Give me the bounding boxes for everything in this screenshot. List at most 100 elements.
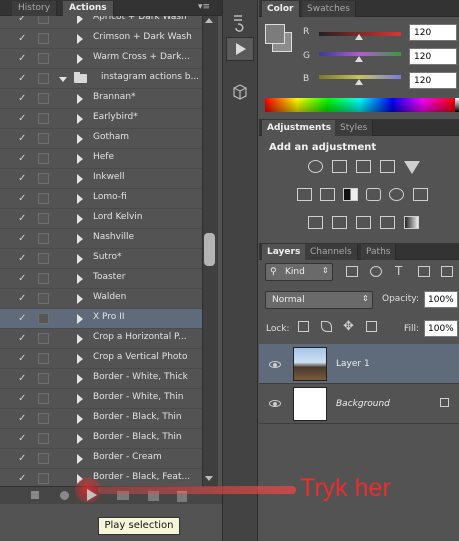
posterize-icon[interactable]: [332, 216, 347, 229]
action-row[interactable]: ✓ Border - White, Thick: [0, 369, 202, 389]
record-icon[interactable]: [60, 491, 69, 500]
dialog-toggle-box[interactable]: [38, 393, 49, 404]
action-row[interactable]: ✓ Crop a Horizontal P...: [0, 329, 202, 349]
dialog-toggle-box[interactable]: [38, 473, 49, 484]
toggle-check-icon[interactable]: ✓: [18, 34, 28, 44]
action-label[interactable]: Border - White, Thick: [93, 372, 188, 382]
gradient-map-icon[interactable]: [404, 216, 419, 229]
action-set-row[interactable]: ✓ instagram actions b...: [0, 69, 202, 89]
color-balance-icon[interactable]: [320, 188, 335, 201]
expand-triangle-icon[interactable]: [77, 434, 83, 444]
lock-paint-icon[interactable]: [321, 321, 332, 332]
toggle-check-icon[interactable]: ✓: [18, 414, 28, 424]
fill-input[interactable]: 100%: [424, 320, 458, 337]
expand-triangle-icon[interactable]: [59, 77, 67, 82]
hue-saturation-icon[interactable]: [297, 188, 312, 201]
action-row[interactable]: ✓ X Pro II: [0, 309, 202, 329]
expand-triangle-icon[interactable]: [77, 354, 83, 364]
dialog-toggle-box[interactable]: [38, 33, 49, 44]
action-label[interactable]: Brannan*: [93, 92, 136, 102]
action-row[interactable]: ✓ Border - Black, Thin: [0, 409, 202, 429]
channel-r-value[interactable]: 120: [409, 24, 457, 41]
dialog-toggle-box[interactable]: [38, 453, 49, 464]
toggle-check-icon[interactable]: ✓: [18, 474, 28, 484]
dialog-toggle-box[interactable]: [38, 173, 49, 184]
expand-triangle-icon[interactable]: [77, 54, 83, 64]
expand-triangle-icon[interactable]: [77, 254, 83, 264]
action-label[interactable]: Lomo-fi: [93, 192, 127, 202]
curves-icon[interactable]: [356, 160, 371, 173]
action-row[interactable]: ✓ Border - White, Thin: [0, 389, 202, 409]
expand-triangle-icon[interactable]: [77, 94, 83, 104]
tab-adjustments[interactable]: Adjustments: [262, 120, 338, 136]
action-label[interactable]: Border - White, Thin: [93, 392, 183, 402]
invert-icon[interactable]: [308, 216, 323, 229]
vibrance-icon[interactable]: [404, 161, 420, 174]
action-row[interactable]: ✓ Brannan*: [0, 89, 202, 109]
expand-triangle-icon[interactable]: [77, 174, 83, 184]
dialog-toggle-box[interactable]: [38, 53, 49, 64]
dialog-toggle-box[interactable]: [38, 93, 49, 104]
exposure-icon[interactable]: [380, 160, 395, 173]
scroll-thumb[interactable]: [204, 233, 215, 266]
action-row[interactable]: ✓ Sutro*: [0, 249, 202, 269]
slider-knob-icon[interactable]: [355, 79, 363, 85]
channel-g-value[interactable]: 120: [409, 48, 457, 65]
eye-icon[interactable]: [269, 400, 281, 407]
color-lookup-icon[interactable]: [413, 188, 428, 201]
layer-row-background[interactable]: Background: [259, 384, 459, 424]
layer-filter-select[interactable]: ⚲ Kind ⇕: [265, 263, 333, 281]
action-label[interactable]: Nashville: [93, 232, 134, 242]
brightness-icon[interactable]: [308, 160, 323, 173]
scroll-down-icon[interactable]: [205, 476, 213, 481]
action-label[interactable]: Toaster: [93, 272, 125, 282]
black-white-strip[interactable]: [455, 98, 459, 112]
toggle-check-icon[interactable]: ✓: [18, 354, 28, 364]
eye-icon[interactable]: [269, 361, 281, 368]
expand-triangle-icon[interactable]: [77, 334, 83, 344]
action-label[interactable]: Hefe: [93, 152, 114, 162]
tab-layers[interactable]: Layers: [262, 244, 307, 260]
toggle-check-icon[interactable]: ✓: [18, 394, 28, 404]
dialog-toggle-box[interactable]: [38, 433, 49, 444]
filter-adjustment-icon[interactable]: [370, 266, 382, 277]
action-row[interactable]: ✓ Nashville: [0, 229, 202, 249]
expand-triangle-icon[interactable]: [77, 394, 83, 404]
action-label[interactable]: Border - Cream: [93, 452, 162, 462]
dialog-toggle-box[interactable]: [38, 353, 49, 364]
tab-history[interactable]: History: [12, 1, 58, 16]
action-label[interactable]: Crop a Horizontal P...: [93, 332, 187, 342]
action-label[interactable]: Crimson + Dark Wash: [93, 32, 192, 42]
action-label[interactable]: instagram actions b...: [101, 72, 199, 82]
expand-triangle-icon[interactable]: [77, 194, 83, 204]
expand-triangle-icon[interactable]: [77, 454, 83, 464]
dialog-toggle-box[interactable]: [38, 413, 49, 424]
action-row[interactable]: ✓ Hefe: [0, 149, 202, 169]
action-row[interactable]: ✓ Border - Black, Thin: [0, 429, 202, 449]
action-row[interactable]: ✓ Border - Cream: [0, 449, 202, 469]
tab-styles[interactable]: Styles: [335, 120, 374, 136]
cube-icon[interactable]: [226, 80, 254, 104]
action-label[interactable]: Inkwell: [93, 172, 124, 182]
expand-triangle-icon[interactable]: [77, 34, 83, 44]
action-label[interactable]: X Pro II: [93, 312, 124, 322]
stop-icon[interactable]: [31, 491, 39, 499]
expand-triangle-icon[interactable]: [77, 414, 83, 424]
dialog-toggle-box[interactable]: [38, 253, 49, 264]
expand-triangle-icon[interactable]: [77, 274, 83, 284]
toggle-check-icon[interactable]: ✓: [18, 174, 28, 184]
toggle-check-icon[interactable]: ✓: [18, 114, 28, 124]
toggle-check-icon[interactable]: ✓: [18, 94, 28, 104]
expand-triangle-icon[interactable]: [77, 374, 83, 384]
action-row[interactable]: ✓ Border - Black, Feat...: [0, 469, 202, 486]
lock-move-icon[interactable]: ✥: [343, 319, 354, 334]
channel-mixer-icon[interactable]: [389, 188, 404, 201]
toggle-check-icon[interactable]: ✓: [18, 454, 28, 464]
foreground-color-swatch[interactable]: [265, 24, 285, 44]
tab-paths[interactable]: Paths: [361, 244, 397, 260]
actions-play-icon[interactable]: [226, 37, 254, 61]
dialog-toggle-box[interactable]: [38, 273, 49, 284]
expand-triangle-icon[interactable]: [77, 234, 83, 244]
toggle-check-icon[interactable]: ✓: [18, 234, 28, 244]
filter-pixel-icon[interactable]: [346, 266, 358, 277]
